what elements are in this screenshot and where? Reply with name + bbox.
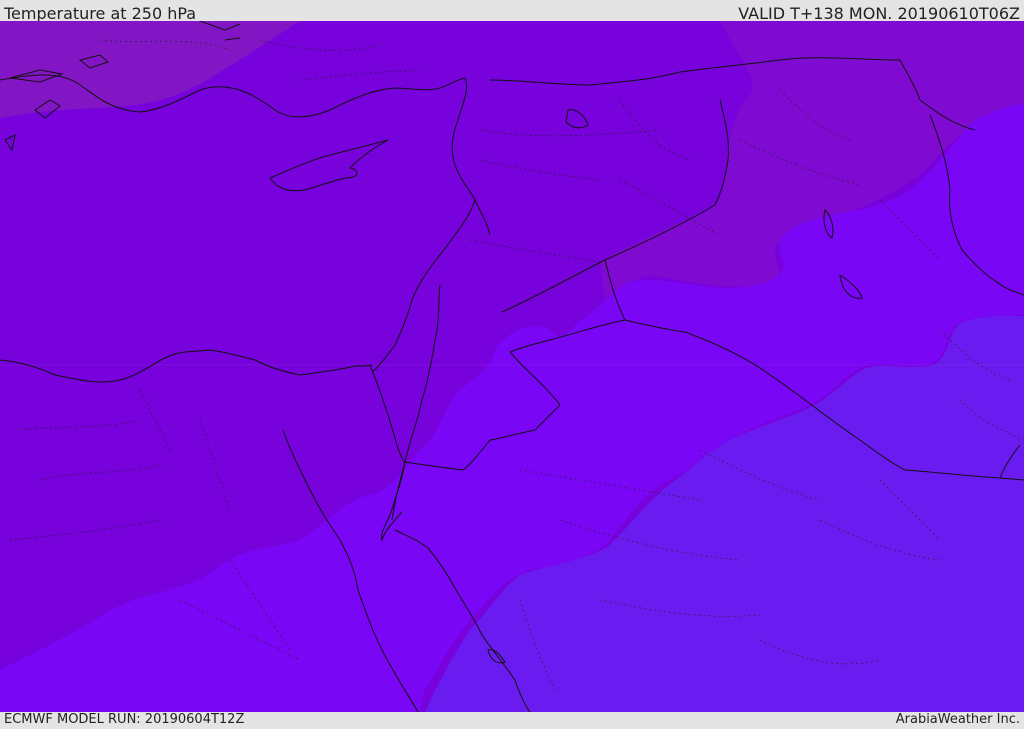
footer-bar: ECMWF MODEL RUN: 20190604T12Z ArabiaWeat… [0,712,1024,729]
model-run-label: ECMWF MODEL RUN: 20190604T12Z [4,712,245,727]
header-bar: Temperature at 250 hPa VALID T+138 MON. … [0,0,1024,23]
temperature-map[interactable] [0,21,1024,712]
weather-map-screen: Temperature at 250 hPa VALID T+138 MON. … [0,0,1024,729]
valid-time-label: VALID T+138 MON. 20190610T06Z [738,4,1020,23]
map-title: Temperature at 250 hPa [4,4,197,23]
credit-label: ArabiaWeather Inc. [895,712,1020,727]
